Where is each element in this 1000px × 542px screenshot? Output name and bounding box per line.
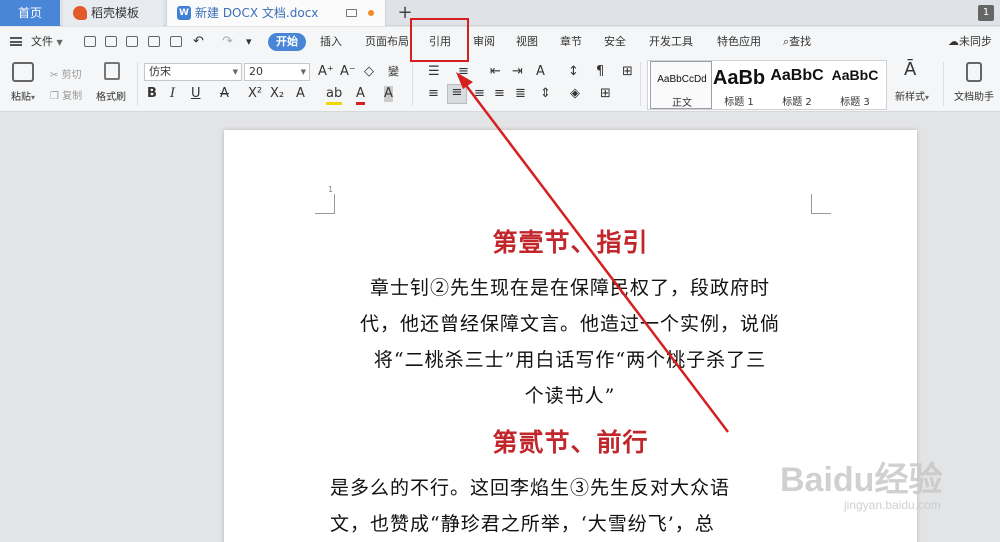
watermark-url: jingyan.baidu.com (844, 498, 941, 512)
watermark-brand: Baidu经验 (780, 461, 943, 499)
baidu-jingyan-watermark: Baidu经验 jingyan.baidu.com (780, 448, 1000, 542)
arrow-head (456, 72, 473, 89)
arrow-shaft (461, 79, 729, 433)
